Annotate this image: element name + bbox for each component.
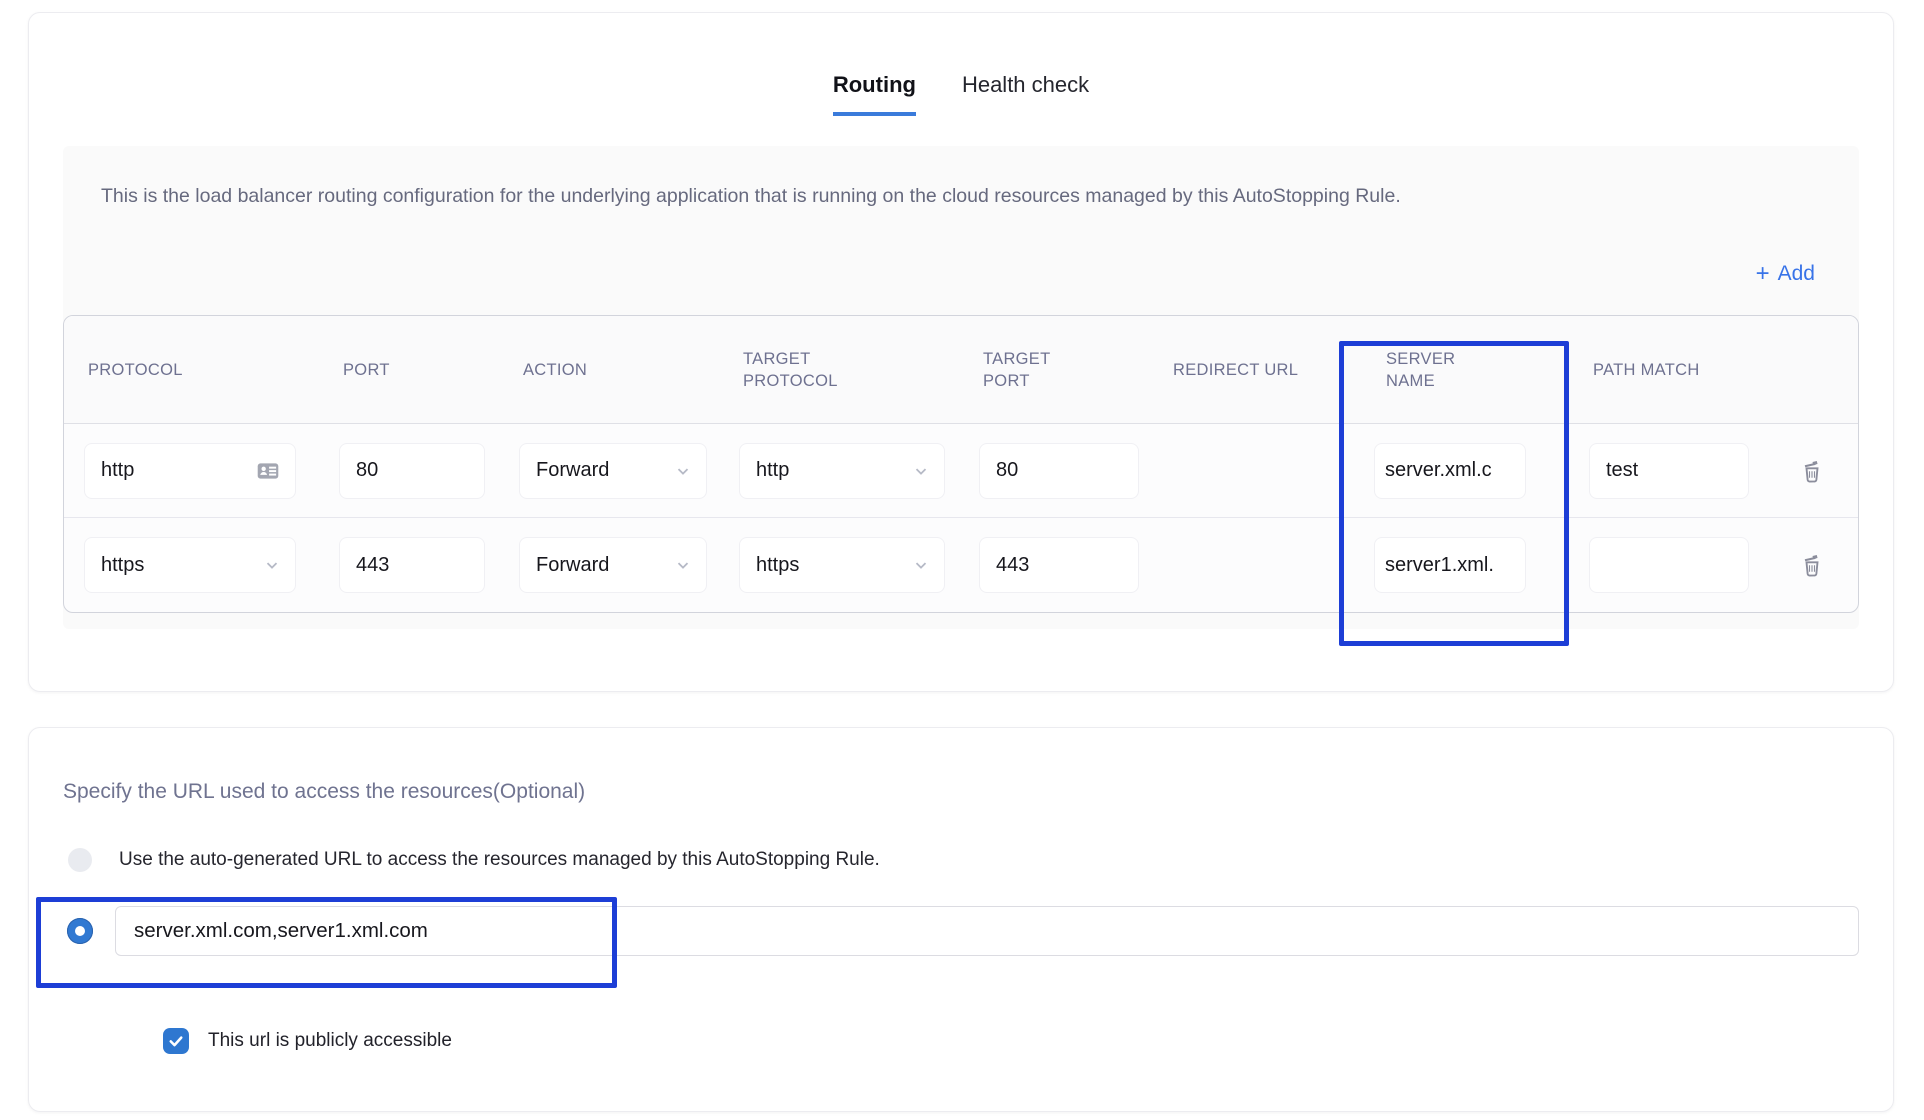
routing-table: PROTOCOL PORT ACTION TARGET PROTOCOL TAR…: [63, 315, 1859, 613]
table-row: http: [64, 424, 1858, 518]
tab-bar: Routing Health check: [29, 13, 1893, 116]
chevron-down-icon: [912, 462, 930, 480]
auto-url-radio[interactable]: [68, 848, 92, 872]
port-field[interactable]: 80: [339, 443, 485, 499]
url-section-heading: Specify the URL used to access the resou…: [63, 780, 1859, 804]
port-value: 80: [356, 459, 378, 482]
protocol-field[interactable]: http: [84, 443, 296, 499]
tab-routing[interactable]: Routing: [833, 71, 916, 116]
chevron-down-icon: [912, 556, 930, 574]
plus-icon: +: [1756, 263, 1770, 285]
target-port-value: 443: [996, 554, 1029, 577]
target-protocol-select[interactable]: https: [739, 537, 945, 593]
tab-health-check[interactable]: Health check: [962, 71, 1089, 116]
chevron-down-icon: [674, 462, 692, 480]
routing-description: This is the load balancer routing config…: [101, 182, 1741, 211]
port-value: 443: [356, 554, 389, 577]
col-redirect-url: REDIRECT URL: [1149, 359, 1344, 381]
protocol-value: http: [101, 459, 134, 482]
col-path-match: PATH MATCH: [1569, 359, 1759, 381]
delete-row-button[interactable]: [1797, 456, 1827, 486]
col-action: ACTION: [499, 359, 719, 381]
chevron-down-icon: [263, 556, 281, 574]
trash-icon: [1797, 550, 1827, 580]
col-target-port: TARGET PORT: [959, 348, 1079, 392]
table-header-row: PROTOCOL PORT ACTION TARGET PROTOCOL TAR…: [64, 316, 1858, 424]
custom-url-radio[interactable]: [67, 918, 93, 944]
path-match-field[interactable]: test: [1589, 443, 1749, 499]
server-name-value: server1.xml.: [1385, 554, 1494, 577]
server-name-value: server.xml.c: [1385, 459, 1492, 482]
id-card-icon: [255, 458, 281, 484]
target-port-field[interactable]: 443: [979, 537, 1139, 593]
path-match-field[interactable]: [1589, 537, 1749, 593]
trash-icon: [1797, 456, 1827, 486]
routing-panel: This is the load balancer routing config…: [63, 146, 1859, 629]
auto-url-label: Use the auto-generated URL to access the…: [119, 849, 880, 871]
protocol-select[interactable]: https: [84, 537, 296, 593]
port-field[interactable]: 443: [339, 537, 485, 593]
col-port: PORT: [319, 359, 499, 381]
path-match-value: test: [1606, 459, 1638, 482]
server-name-field[interactable]: server.xml.c: [1374, 443, 1526, 499]
col-server-name: SERVER NAME: [1344, 348, 1474, 392]
chevron-down-icon: [674, 556, 692, 574]
col-target-protocol: TARGET PROTOCOL: [719, 348, 869, 392]
table-row: https 443 Forward: [64, 518, 1858, 612]
action-value: Forward: [536, 459, 609, 482]
check-icon: [167, 1032, 185, 1050]
add-route-button[interactable]: + Add: [1756, 262, 1815, 286]
routing-config-card: Routing Health check This is the load ba…: [28, 12, 1894, 692]
protocol-value: https: [101, 554, 144, 577]
action-select[interactable]: Forward: [519, 537, 707, 593]
publicly-accessible-label: This url is publicly accessible: [208, 1030, 452, 1052]
delete-row-button[interactable]: [1797, 550, 1827, 580]
target-protocol-value: http: [756, 459, 789, 482]
access-url-card: Specify the URL used to access the resou…: [28, 727, 1894, 1112]
custom-url-input[interactable]: [115, 906, 1859, 956]
add-route-label: Add: [1778, 262, 1815, 286]
action-select[interactable]: Forward: [519, 443, 707, 499]
action-value: Forward: [536, 554, 609, 577]
target-port-field[interactable]: 80: [979, 443, 1139, 499]
col-protocol: PROTOCOL: [64, 359, 319, 381]
publicly-accessible-checkbox[interactable]: [163, 1028, 189, 1054]
target-protocol-select[interactable]: http: [739, 443, 945, 499]
target-port-value: 80: [996, 459, 1018, 482]
target-protocol-value: https: [756, 554, 799, 577]
server-name-field[interactable]: server1.xml.: [1374, 537, 1526, 593]
